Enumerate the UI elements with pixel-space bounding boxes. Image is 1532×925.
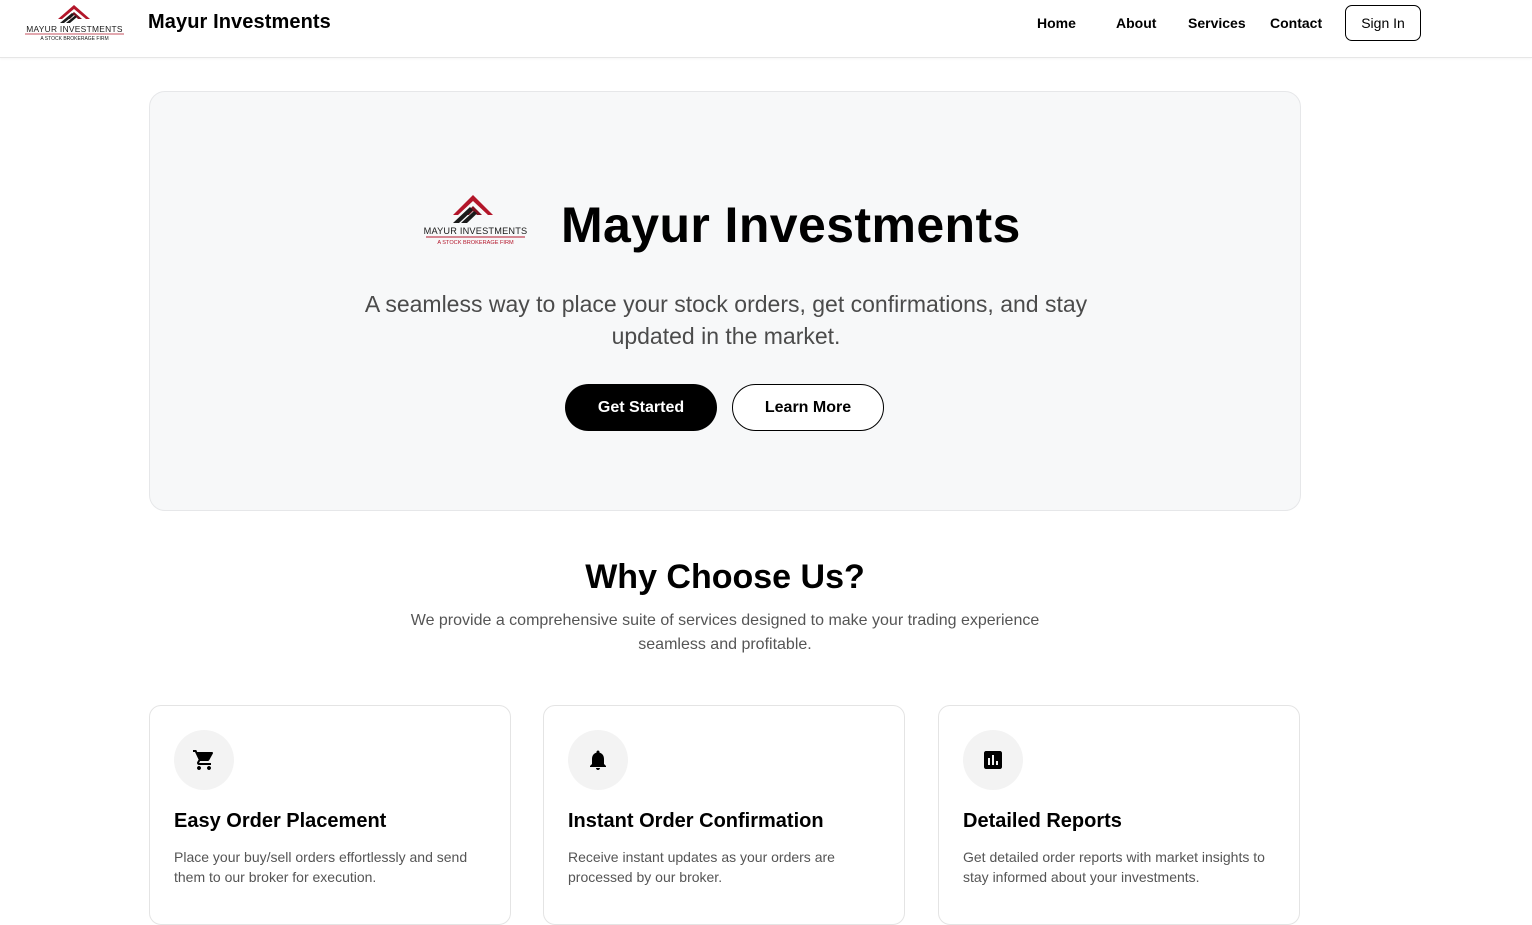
feature-title: Instant Order Confirmation: [568, 810, 824, 832]
feature-description: Receive instant updates as your orders a…: [568, 849, 835, 885]
bell-icon: [568, 730, 628, 790]
feature-description: Get detailed order reports with market i…: [963, 849, 1265, 885]
hero-logo: MAYUR INVESTMENTS A STOCK BROKERAGE FIRM: [424, 195, 528, 246]
feature-card-order-placement: Easy Order Placement Place your buy/sell…: [149, 705, 511, 925]
why-choose-us-heading: Why Choose Us?: [585, 558, 865, 596]
feature-card-detailed-reports: Detailed Reports Get detailed order repo…: [938, 705, 1300, 925]
feature-title: Easy Order Placement: [174, 810, 387, 832]
nav-about[interactable]: About: [1116, 15, 1156, 31]
get-started-button[interactable]: Get Started: [565, 384, 717, 431]
sign-in-button[interactable]: Sign In: [1345, 5, 1421, 41]
hero-section: MAYUR INVESTMENTS A STOCK BROKERAGE FIRM…: [149, 91, 1301, 511]
chart-icon: [963, 730, 1023, 790]
hero-title: Mayur Investments: [561, 197, 1021, 253]
learn-more-button[interactable]: Learn More: [732, 384, 884, 431]
nav-services[interactable]: Services: [1188, 15, 1246, 31]
cart-icon: [174, 730, 234, 790]
nav-contact[interactable]: Contact: [1270, 15, 1322, 31]
hero-subtitle: A seamless way to place your stock order…: [364, 291, 1088, 349]
header-brand-name[interactable]: Mayur Investments: [148, 11, 331, 34]
why-choose-us-subtitle: We provide a comprehensive suite of serv…: [410, 612, 1040, 653]
feature-card-order-confirmation: Instant Order Confirmation Receive insta…: [543, 705, 905, 925]
feature-description: Place your buy/sell orders effortlessly …: [174, 849, 468, 885]
brand-logo[interactable]: MAYUR INVESTMENTS A STOCK BROKERAGE FIRM: [22, 3, 127, 43]
site-header: MAYUR INVESTMENTS A STOCK BROKERAGE FIRM…: [0, 0, 1532, 58]
svg-text:A STOCK BROKERAGE FIRM: A STOCK BROKERAGE FIRM: [40, 36, 108, 42]
feature-title: Detailed Reports: [963, 810, 1122, 832]
svg-text:A STOCK BROKERAGE FIRM: A STOCK BROKERAGE FIRM: [437, 240, 514, 246]
svg-text:MAYUR INVESTMENTS: MAYUR INVESTMENTS: [26, 24, 123, 34]
nav-home[interactable]: Home: [1037, 15, 1076, 31]
svg-text:MAYUR INVESTMENTS: MAYUR INVESTMENTS: [424, 226, 528, 236]
